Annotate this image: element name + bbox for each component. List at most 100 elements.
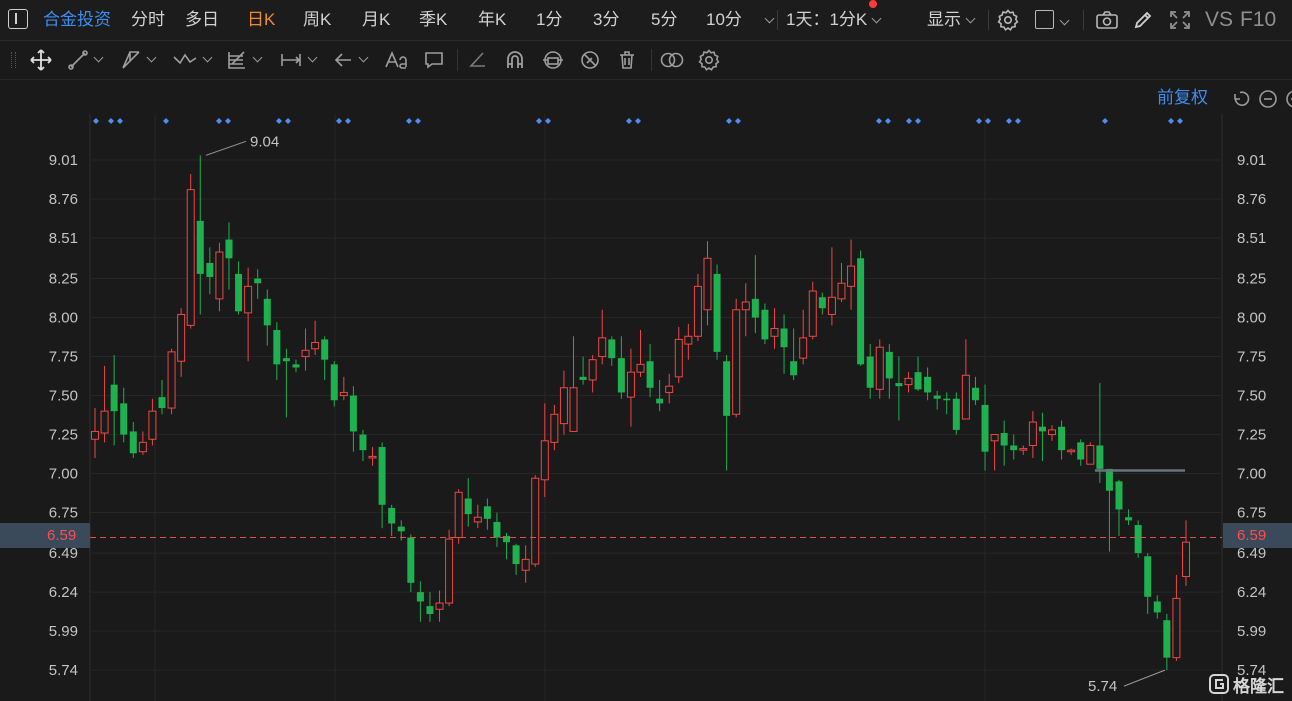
chevron-down-icon: [965, 13, 976, 24]
y-axis-tick-label-left: 7.50: [49, 388, 78, 405]
candle-body-down: [397, 526, 405, 532]
channel-icon: [122, 51, 140, 69]
event-marker: [1168, 118, 1174, 124]
candle-body-down: [206, 262, 214, 277]
y-axis-tick-label-right: 7.00: [1237, 466, 1266, 483]
toolbar-settings-icon[interactable]: [697, 48, 721, 72]
f10-button[interactable]: F10: [1240, 0, 1276, 40]
multi-period-select[interactable]: 1天：1分K: [786, 0, 882, 40]
event-marker: [216, 118, 222, 124]
chevron-down-icon: [307, 52, 318, 62]
candle-body-up: [1028, 421, 1037, 446]
chevron-down-icon: [252, 52, 263, 62]
panel-toggle-icon[interactable]: [8, 9, 28, 29]
text-tool[interactable]: [384, 41, 410, 79]
candle-body-up: [435, 602, 444, 610]
fibonacci-grid-icon: [228, 51, 245, 69]
candle-body-up: [684, 335, 693, 345]
settings-gear-icon[interactable]: [996, 8, 1020, 32]
candle-body-down: [493, 521, 501, 538]
candle-body-up: [550, 413, 559, 443]
y-axis-tick-label-right: 8.51: [1237, 230, 1266, 247]
y-axis-tick-label-left: 8.00: [49, 310, 78, 327]
candle-body-up: [445, 538, 454, 604]
event-marker: [976, 118, 982, 124]
tab-niank[interactable]: 年K: [478, 0, 506, 40]
layout-select[interactable]: [1033, 9, 1071, 31]
event-marker: [1177, 118, 1183, 124]
candle-body-down: [416, 592, 424, 602]
brand-logo-text: 格隆汇: [1233, 676, 1284, 696]
candle-body-up: [473, 516, 482, 523]
hide-drawing-icon[interactable]: [579, 49, 601, 71]
event-marker: [1006, 118, 1012, 124]
candle-body-down: [1058, 426, 1066, 451]
event-marker: [735, 118, 741, 124]
tab-5min[interactable]: 5分: [651, 0, 677, 40]
candle-body-up: [167, 351, 176, 409]
more-periods-chevron-icon[interactable]: [760, 0, 775, 40]
event-marker: [885, 118, 891, 124]
zoom-out-icon[interactable]: [1258, 89, 1278, 109]
zoom-in-icon[interactable]: [1285, 89, 1292, 109]
candle-body-up: [626, 371, 635, 398]
display-menu[interactable]: 显示: [927, 0, 976, 40]
move-cross-icon[interactable]: [29, 48, 53, 72]
candle-body-up: [837, 282, 846, 300]
undo-reset-icon[interactable]: [1230, 89, 1250, 109]
event-marker: [336, 118, 342, 124]
comment-bubble-icon[interactable]: [423, 49, 445, 71]
candle-body-up: [961, 374, 970, 420]
pencil-icon[interactable]: [1132, 9, 1154, 31]
range-tool[interactable]: [279, 41, 318, 79]
channel-tool[interactable]: [120, 41, 157, 79]
candle-body-up: [598, 337, 607, 358]
tab-rik[interactable]: 日K: [247, 0, 275, 40]
tab-zhouk[interactable]: 周K: [303, 0, 331, 40]
lock-drawing-icon[interactable]: [541, 49, 565, 71]
candle-body-up: [148, 410, 157, 440]
line-tool[interactable]: [67, 41, 104, 79]
magnet-icon[interactable]: [504, 49, 526, 71]
trash-icon[interactable]: [616, 49, 638, 71]
stock-name[interactable]: 合金投资: [43, 0, 111, 40]
candle-body-down: [895, 383, 903, 387]
candlestick-chart[interactable]: 9.01 9.01 8.76 8.76 8.51 8.51 8.25 8.25 8.00 8.00…: [0, 114, 1292, 701]
fullscreen-icon[interactable]: [1168, 9, 1192, 31]
candle-body-down: [254, 278, 262, 284]
line-segment-icon: [68, 50, 88, 70]
candle-body-down: [483, 506, 491, 519]
y-axis-tick-label-left: 5.74: [49, 662, 78, 679]
candle-body-down: [407, 537, 415, 583]
tab-jik[interactable]: 季K: [419, 0, 447, 40]
text-aa-icon: [385, 50, 407, 69]
vs-button[interactable]: VS: [1205, 0, 1233, 40]
candle-body-down: [866, 356, 874, 388]
candle-body-down: [1038, 426, 1046, 432]
tab-fenshi[interactable]: 分时: [131, 0, 165, 40]
tab-1min[interactable]: 1分: [536, 0, 562, 40]
candle-body-up: [799, 337, 808, 359]
event-marker: [285, 118, 291, 124]
candle-body-up: [808, 290, 817, 337]
tab-yuek[interactable]: 月K: [362, 0, 390, 40]
candle-body-up: [91, 430, 99, 440]
wave-tool[interactable]: [172, 41, 213, 79]
event-marker: [225, 118, 231, 124]
arrow-tool[interactable]: [332, 41, 369, 79]
candle-body-down: [349, 395, 357, 432]
chevron-down-icon: [358, 52, 369, 62]
tab-duori[interactable]: 多日: [185, 0, 219, 40]
candle-body-up: [186, 189, 195, 326]
tab-10min[interactable]: 10分: [706, 0, 742, 40]
candle-body-down: [971, 387, 979, 401]
adjust-mode-button[interactable]: 前复权: [1157, 86, 1208, 110]
camera-icon[interactable]: [1095, 9, 1119, 31]
y-axis-tick-label-left: 6.75: [49, 505, 78, 522]
overlay-circles-icon[interactable]: [659, 49, 685, 71]
fibonacci-tool[interactable]: [226, 41, 263, 79]
event-marker: [915, 118, 921, 124]
tab-3min[interactable]: 3分: [593, 0, 619, 40]
candle-body-down: [857, 258, 865, 365]
angle-icon[interactable]: [467, 49, 489, 71]
